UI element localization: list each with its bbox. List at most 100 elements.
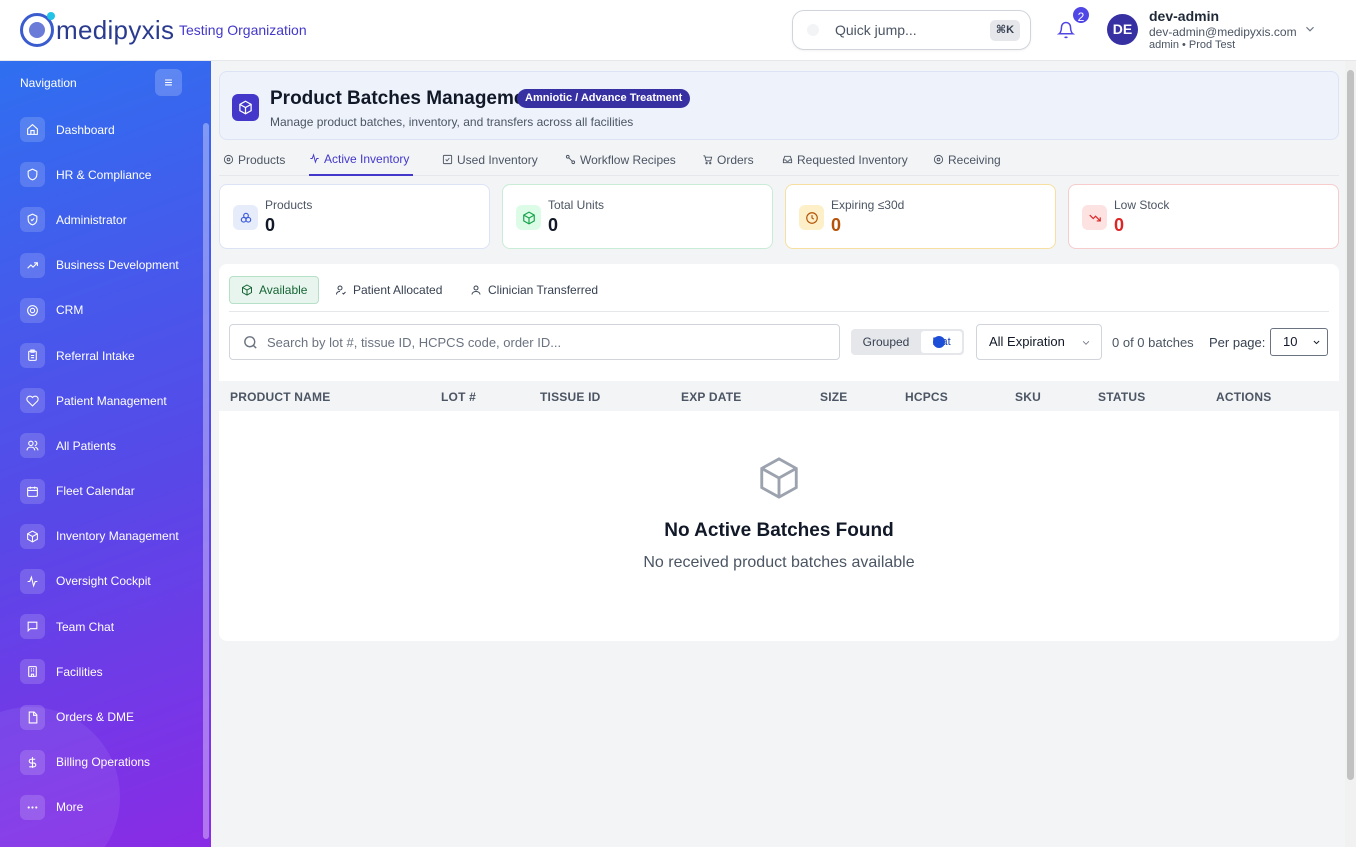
subtab-label: Available xyxy=(259,283,308,297)
tab-products[interactable]: Products xyxy=(223,143,285,176)
column-header-actions: ACTIONS xyxy=(1216,390,1272,404)
activity-icon xyxy=(20,568,45,594)
box-icon xyxy=(516,205,541,230)
tab-requested-inventory[interactable]: Requested Inventory xyxy=(782,143,908,176)
sidebar-item-orders-dme[interactable]: Orders & DME xyxy=(0,694,200,739)
sidebar-item-patient-management[interactable]: Patient Management xyxy=(0,378,200,423)
tab-label: Workflow Recipes xyxy=(580,152,676,167)
sidebar-item-referral-intake[interactable]: Referral Intake xyxy=(0,333,200,378)
menu-toggle-icon[interactable]: ≡ xyxy=(155,69,182,96)
sidebar-item-label: Business Development xyxy=(56,258,179,273)
calendar-icon xyxy=(20,478,45,504)
sidebar-item-facilities[interactable]: Facilities xyxy=(0,649,200,694)
flat-view-button[interactable]: Flat xyxy=(921,331,962,353)
empty-state-title: No Active Batches Found xyxy=(664,520,894,541)
gear-icon xyxy=(933,154,944,165)
sidebar-item-label: CRM xyxy=(56,303,84,318)
expiration-filter-select[interactable]: All Expiration xyxy=(976,324,1102,360)
tab-label: Orders xyxy=(717,152,754,167)
tab-orders[interactable]: Orders xyxy=(702,143,754,176)
organization-name[interactable]: Testing Organization xyxy=(179,22,307,38)
sidebar-item-business-development[interactable]: Business Development xyxy=(0,243,200,288)
sidebar-title: Navigation xyxy=(20,76,77,90)
trending-up-icon xyxy=(20,252,45,278)
sidebar-item-more[interactable]: More xyxy=(0,785,200,830)
column-header-status[interactable]: STATUS xyxy=(1098,390,1145,404)
chevron-down-icon xyxy=(1082,341,1090,345)
sidebar-scrollbar[interactable] xyxy=(203,123,209,839)
per-page-select[interactable]: 10 xyxy=(1270,328,1328,356)
tab-workflow-recipes[interactable]: Workflow Recipes xyxy=(565,143,676,176)
status-subtabs: Available Patient Allocated Clinician Tr… xyxy=(229,275,1329,312)
sidebar-item-administrator[interactable]: Administrator xyxy=(0,197,200,242)
page-scrollbar-thumb[interactable] xyxy=(1347,70,1354,780)
package-icon xyxy=(232,94,259,121)
stat-card-low-stock: Low Stock 0 xyxy=(1068,184,1339,249)
sidebar-item-all-patients[interactable]: All Patients xyxy=(0,423,200,468)
stat-card-products: Products 0 xyxy=(219,184,490,249)
column-header-product-name[interactable]: PRODUCT NAME xyxy=(230,390,330,404)
subtab-label: Patient Allocated xyxy=(353,283,443,297)
activity-icon xyxy=(310,153,319,164)
top-header: medipyxis Testing Organization Quick jum… xyxy=(0,0,1356,61)
clock-icon xyxy=(799,205,824,230)
column-header-sku[interactable]: SKU xyxy=(1015,390,1041,404)
notification-count-badge: 2 xyxy=(1071,5,1091,25)
tab-label: Requested Inventory xyxy=(797,152,908,167)
sidebar-item-team-chat[interactable]: Team Chat xyxy=(0,604,200,649)
app-logo[interactable]: medipyxis xyxy=(20,12,175,47)
target-icon xyxy=(20,297,45,323)
column-header-lot[interactable]: LOT # xyxy=(441,390,476,404)
logo-text: medipyxis xyxy=(56,14,175,45)
search-icon xyxy=(807,24,819,36)
grouped-view-button[interactable]: Grouped xyxy=(851,329,921,355)
quick-jump-search[interactable]: Quick jump... ⌘K xyxy=(792,10,1031,50)
tab-receiving[interactable]: Receiving xyxy=(933,143,1001,176)
sidebar-item-crm[interactable]: CRM xyxy=(0,288,200,333)
sidebar-item-fleet-calendar[interactable]: Fleet Calendar xyxy=(0,469,200,514)
users-icon xyxy=(20,433,45,459)
main-content: Product Batches Management Amniotic / Ad… xyxy=(211,61,1345,847)
column-header-size[interactable]: SIZE xyxy=(820,390,847,404)
column-header-exp-date[interactable]: EXP DATE xyxy=(681,390,742,404)
empty-box-icon xyxy=(756,455,802,501)
search-input[interactable] xyxy=(267,331,827,353)
sidebar-item-inventory-management[interactable]: Inventory Management xyxy=(0,514,200,559)
chevron-down-icon[interactable] xyxy=(1303,22,1317,36)
logo-mark-icon xyxy=(20,12,55,47)
subtab-available[interactable]: Available xyxy=(229,276,320,304)
sidebar-item-label: Dashboard xyxy=(56,122,115,137)
sidebar-item-label: HR & Compliance xyxy=(56,167,152,182)
stat-label: Products xyxy=(265,198,313,212)
sidebar-item-label: Orders & DME xyxy=(56,710,135,725)
cubes-icon xyxy=(233,205,258,230)
box-icon xyxy=(242,284,252,296)
sidebar-item-hr-compliance[interactable]: HR & Compliance xyxy=(0,152,200,197)
tab-label: Used Inventory xyxy=(457,152,538,167)
bell-icon[interactable] xyxy=(1057,20,1075,40)
heart-icon xyxy=(20,388,45,414)
subtab-patient-allocated[interactable]: Patient Allocated xyxy=(324,276,453,304)
tab-used-inventory[interactable]: Used Inventory xyxy=(442,143,538,176)
chat-icon xyxy=(20,614,45,640)
avatar[interactable]: DE xyxy=(1107,14,1138,45)
sidebar-item-billing-operations[interactable]: Billing Operations xyxy=(0,740,200,785)
tab-active-inventory[interactable]: Active Inventory xyxy=(309,143,414,176)
sidebar-item-label: Fleet Calendar xyxy=(56,484,135,499)
file-icon xyxy=(20,704,45,730)
sidebar-item-label: Oversight Cockpit xyxy=(56,574,151,589)
sidebar-item-oversight-cockpit[interactable]: Oversight Cockpit xyxy=(0,559,200,604)
chevron-down-icon xyxy=(1313,340,1320,345)
tab-label: Products xyxy=(238,152,286,167)
trending-down-icon xyxy=(1082,205,1107,230)
per-page-label: Per page: xyxy=(1209,335,1266,350)
subtab-clinician-transferred[interactable]: Clinician Transferred xyxy=(459,276,609,304)
table-header: PRODUCT NAME LOT # TISSUE ID EXP DATE SI… xyxy=(219,381,1339,411)
sidebar-item-label: Administrator xyxy=(56,212,127,227)
column-header-hcpcs[interactable]: HCPCS xyxy=(905,390,948,404)
user-icon xyxy=(471,285,481,295)
user-name[interactable]: dev-admin xyxy=(1149,8,1219,24)
sidebar-item-dashboard[interactable]: Dashboard xyxy=(0,107,200,152)
sidebar-item-label: Inventory Management xyxy=(56,529,179,544)
column-header-tissue-id[interactable]: TISSUE ID xyxy=(540,390,600,404)
